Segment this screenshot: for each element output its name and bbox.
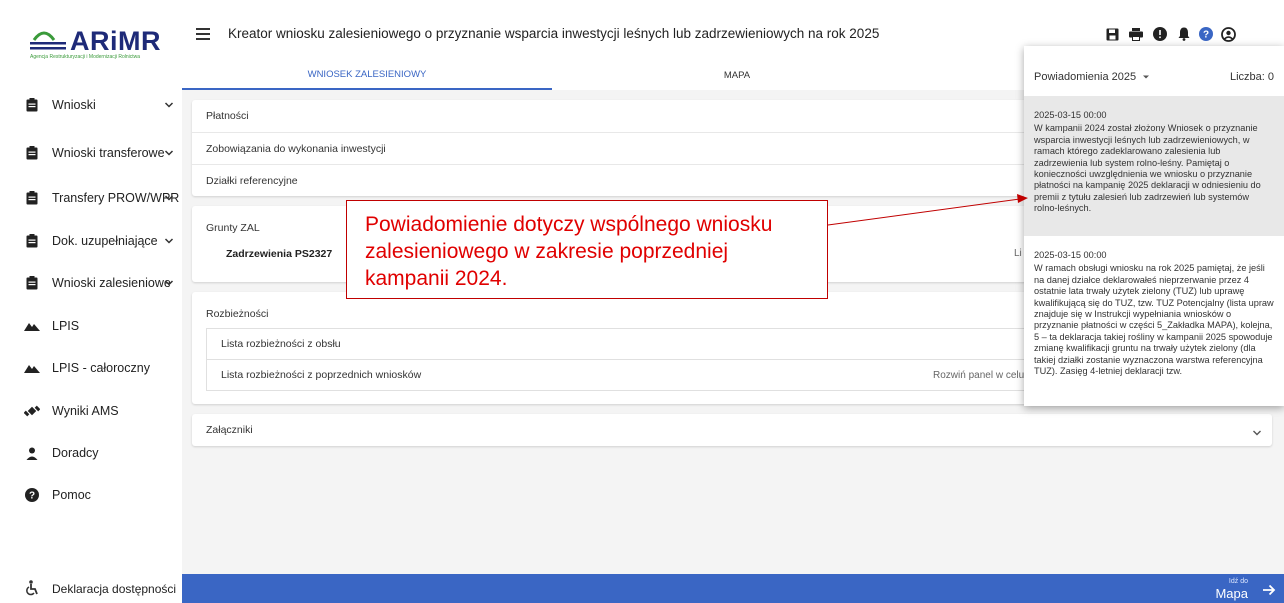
terrain-icon [24,318,40,334]
sidebar-item-pomoc[interactable]: ? Pomoc [0,482,182,508]
sidebar: ARiMR Agencja Restrukturyzacji i Moderni… [0,0,182,603]
rozbieznosci-poprzednie-label: Lista rozbieżności z poprzednich wnioskó… [221,369,422,381]
grunty-zal-heading: Grunty ZAL [206,222,260,234]
clipboard-icon [24,233,40,249]
annotation-text: Powiadomienie dotyczy wspólnego wniosku … [365,213,773,290]
grunty-zal-item[interactable]: Zadrzewienia PS2327 [226,248,332,260]
sidebar-item-label: LPIS - całoroczny [52,361,150,375]
annotation-callout: Powiadomienie dotyczy wspólnego wniosku … [346,200,828,299]
caret-down-icon [1143,75,1150,79]
help-icon[interactable]: ? [1196,24,1216,44]
logo-subtitle: Agencja Restrukturyzacji i Modernizacji … [30,54,141,60]
clipboard-icon [24,97,40,113]
tab-mapa[interactable]: MAPA [552,60,922,90]
sidebar-item-wnioski[interactable]: Wnioski [0,92,182,118]
sidebar-item-doradcy[interactable]: Doradcy [0,440,182,466]
save-icon[interactable] [1102,24,1122,44]
svg-text:?: ? [29,491,35,502]
chevron-down-icon[interactable] [164,148,174,158]
sidebar-item-label: Wnioski transferowe [52,146,165,160]
sidebar-item-label: LPIS [52,319,80,333]
goto-mapa-button[interactable]: Idź do Mapa [1196,577,1276,601]
chevron-down-icon[interactable] [164,100,174,110]
sidebar-item-dok-uzupelniajace[interactable]: Dok. uzupełniające [0,228,182,254]
goto-big-label: Mapa [1215,586,1248,601]
person-icon [24,445,40,461]
account-icon[interactable] [1218,24,1238,44]
tab-wniosek-zalesieniowy[interactable]: WNIOSEK ZALESIENIOWY [182,60,552,90]
accessibility-declaration-link[interactable]: Deklaracja dostępności [0,574,182,603]
help-circle-icon: ? [24,487,40,503]
page-title: Kreator wniosku zalesieniowego o przyzna… [228,26,880,41]
chevron-down-icon[interactable] [164,278,174,288]
notification-text: W kampanii 2024 został złożony Wniosek o… [1034,123,1261,214]
sidebar-item-transfery-prow-wpr[interactable]: Transfery PROW/WPR [0,185,182,211]
notifications-popup: Powiadomienia 2025 Liczba: 0 2025-03-15 … [1024,46,1284,406]
notification-date: 2025-03-15 00:00 [1034,110,1107,120]
sidebar-item-label: Wnioski [52,98,96,112]
logo-mark-icon [30,31,66,50]
notifications-title: Powiadomienia 2025 [1034,71,1137,83]
notification-item[interactable]: 2025-03-15 00:00 W ramach obsługi wniosk… [1024,236,1284,406]
notification-date: 2025-03-15 00:00 [1034,250,1107,260]
svg-text:?: ? [1203,30,1209,41]
notification-item[interactable]: 2025-03-15 00:00 W kampanii 2024 został … [1024,96,1284,236]
menu-icon[interactable] [196,28,210,40]
clipboard-icon [24,145,40,161]
accessibility-icon [24,580,40,596]
chevron-down-icon[interactable] [164,193,174,203]
logo[interactable]: ARiMR Agencja Restrukturyzacji i Moderni… [0,0,182,70]
terrain-icon [24,360,40,376]
grunty-zal-right-text: Li [1014,248,1022,259]
sidebar-item-label: Transfery PROW/WPR [52,191,180,205]
sidebar-item-lpis-caloroczny[interactable]: LPIS - całoroczny [0,355,182,381]
arrow-right-icon [1263,584,1276,596]
accessibility-label: Deklaracja dostępności [52,582,177,596]
alert-icon[interactable] [1150,24,1170,44]
sidebar-item-label: Doradcy [52,446,99,460]
sidebar-item-wnioski-transferowe[interactable]: Wnioski transferowe [0,140,182,166]
chevron-down-icon[interactable] [164,236,174,246]
zalaczniki-panel[interactable]: Załączniki [192,414,1272,446]
sidebar-item-label: Pomoc [52,488,91,502]
zalaczniki-label: Załączniki [206,424,253,436]
sidebar-item-label: Wnioski zalesieniowe [52,276,171,290]
notifications-count: Liczba: 0 [1229,71,1274,83]
chevron-down-icon[interactable] [1252,425,1262,436]
bottom-bar: Idź do Mapa [182,574,1284,603]
notifications-header: Powiadomienia 2025 Liczba: 0 [1024,46,1284,96]
rozbieznosci-obsluga-label: Lista rozbieżności z obsłu [221,338,341,350]
sidebar-item-label: Wyniki AMS [52,404,119,418]
notification-text: W ramach obsługi wniosku na rok 2025 pam… [1034,263,1274,377]
notifications-year-select[interactable]: Powiadomienia 2025 [1034,71,1150,83]
bell-icon[interactable] [1174,24,1194,44]
sidebar-item-wnioski-zalesieniowe[interactable]: Wnioski zalesieniowe [0,270,182,296]
satellite-icon [24,403,40,419]
print-icon[interactable] [1126,24,1146,44]
goto-small-label: Idź do [1228,578,1248,585]
sidebar-item-lpis[interactable]: LPIS [0,313,182,339]
sidebar-item-wyniki-ams[interactable]: Wyniki AMS [0,398,182,424]
logo-text: ARiMR [70,26,161,56]
sidebar-item-label: Dok. uzupełniające [52,234,158,248]
clipboard-icon [24,275,40,291]
rozbieznosci-heading: Rozbieżności [206,308,269,320]
clipboard-icon [24,190,40,206]
